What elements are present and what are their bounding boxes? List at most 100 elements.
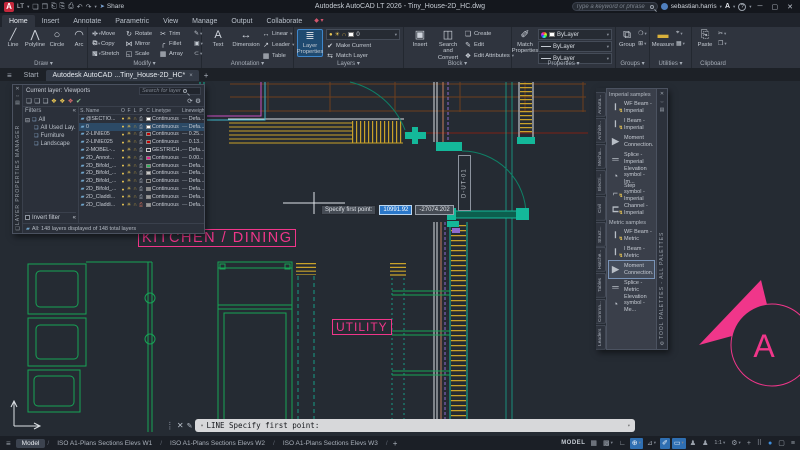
palette-item-i-beam-imperial[interactable]: Ⅰ↯I Beam - Imperial bbox=[609, 116, 654, 133]
palette-item-elevation-symbol-me[interactable]: ◔Elevation symbol - Me... bbox=[609, 295, 654, 312]
layer-linetype[interactable]: Continuous bbox=[152, 163, 182, 169]
new-layer-icon[interactable]: ❖ bbox=[51, 97, 57, 105]
model-space-label[interactable]: MODEL bbox=[561, 440, 585, 446]
command-input[interactable]: ▾ LINE Specify first point: ▾ bbox=[195, 419, 635, 432]
tool-palette-gear-icon[interactable]: ⚙ bbox=[660, 341, 664, 347]
layer-row[interactable]: ▰0●☀∩⎙Continuous— Defa... bbox=[79, 123, 204, 131]
new-file-icon[interactable]: ❏ bbox=[32, 3, 38, 11]
close-button[interactable]: ✕ bbox=[784, 3, 796, 11]
undo-icon[interactable]: ↶ bbox=[77, 3, 83, 11]
utilities-panel-label[interactable]: Utilities ▾ bbox=[650, 60, 691, 68]
dynamic-input-icon[interactable]: ✐ bbox=[660, 438, 670, 449]
dynamic-input-y-field[interactable]: -27074.202 bbox=[415, 205, 453, 215]
help-icon[interactable]: ? bbox=[738, 3, 746, 11]
stretch-button[interactable]: ↘Stretch bbox=[91, 49, 123, 59]
invert-filter-checkbox[interactable] bbox=[25, 215, 30, 220]
command-line-grip[interactable]: ⡇ bbox=[168, 421, 174, 430]
file-tab-menu-icon[interactable]: ≡ bbox=[3, 71, 16, 81]
ribbon-tab-manage[interactable]: Manage bbox=[185, 15, 224, 27]
palette-item-step-symbol-imperial[interactable]: ⌐↯Step symbol - Imperial bbox=[609, 184, 654, 201]
column-header-linetype[interactable]: Linetype bbox=[152, 108, 182, 114]
autocad-logo-icon[interactable]: A bbox=[4, 2, 14, 12]
arc-button[interactable]: ◠Arc bbox=[69, 29, 89, 48]
ribbon-tab-parametric[interactable]: Parametric bbox=[108, 15, 156, 27]
array-button[interactable]: ▦Array bbox=[159, 49, 191, 59]
search-icon[interactable] bbox=[650, 5, 654, 9]
group-button[interactable]: ⧉Group bbox=[619, 29, 635, 48]
palette-tab-civil[interactable]: Civil bbox=[596, 196, 606, 221]
column-header-name[interactable]: Name bbox=[86, 108, 120, 114]
share-button[interactable]: ➤Share bbox=[100, 3, 124, 10]
palette-item-splice-imperial[interactable]: ═Splice - Imperial bbox=[609, 150, 654, 167]
annotation-visibility-icon[interactable]: ♟ bbox=[688, 438, 698, 449]
layer-color-swatch[interactable] bbox=[144, 117, 152, 121]
ribbon-tab-annotate[interactable]: Annotate bbox=[66, 15, 108, 27]
layer-row[interactable]: ▰2D_Bifold_...●☀∩⎙Continuous— Defa... bbox=[79, 185, 204, 193]
linear-button[interactable]: ↔Linear▾ bbox=[262, 29, 294, 39]
delete-layer-icon[interactable]: ❖ bbox=[68, 97, 74, 105]
layout-menu-icon[interactable]: ≡ bbox=[3, 439, 14, 448]
palette-tab-annota[interactable]: Annota... bbox=[596, 92, 606, 117]
layers-panel-label[interactable]: Layers ▾ bbox=[294, 60, 403, 68]
tool-palette-titlebar[interactable]: ✕ ⇔ ▤ TOOL PALETTES - ALL PALETTES ⚙ bbox=[657, 88, 668, 350]
dimension-button[interactable]: ↔Dimension bbox=[233, 29, 259, 48]
column-header-lineweight[interactable]: Lineweight bbox=[182, 108, 204, 114]
snap-icon[interactable]: ▩▾ bbox=[601, 438, 615, 449]
layer-row[interactable]: ▰2D_Bifold_...●☀∩⎙Continuous— Defa... bbox=[79, 170, 204, 178]
layer-color-swatch[interactable] bbox=[144, 171, 152, 175]
layer-color-swatch[interactable] bbox=[144, 203, 152, 207]
match-properties-button[interactable]: ✐ Match Properties bbox=[515, 29, 535, 55]
layer-lineweight[interactable]: — Defa... bbox=[182, 124, 204, 130]
maximize-button[interactable]: ▢ bbox=[769, 3, 782, 11]
layer-color-swatch[interactable] bbox=[144, 156, 152, 160]
groups-panel-label[interactable]: Groups ▾ bbox=[616, 60, 649, 68]
make-current-button[interactable]: ✔Make Current bbox=[326, 41, 400, 51]
search-and-convert-button[interactable]: ◫Search and Convert bbox=[435, 29, 461, 61]
ribbon-tab-collaborate[interactable]: Collaborate bbox=[259, 15, 309, 27]
ribbon-extra-icon[interactable]: ◆ ▾ bbox=[309, 17, 328, 27]
modify-panel-label[interactable]: Modify ▾ bbox=[88, 60, 201, 68]
clipboard-panel-label[interactable]: Clipboard bbox=[692, 61, 734, 68]
layer-linetype[interactable]: Continuous bbox=[152, 155, 182, 161]
customization-icon[interactable]: ⚙▾ bbox=[729, 438, 743, 449]
layer-lineweight[interactable]: — Defa... bbox=[182, 147, 204, 153]
scale-button[interactable]: ◱Scale bbox=[125, 49, 157, 59]
column-header-s[interactable]: S. bbox=[79, 108, 86, 114]
annotation-panel-label[interactable]: Annotation ▾ bbox=[202, 60, 293, 68]
trim-button[interactable]: ✂Trim bbox=[159, 29, 191, 39]
plus-icon[interactable]: + bbox=[745, 438, 753, 449]
new-drawing-tab-button[interactable]: + bbox=[200, 71, 213, 81]
layer-palette-titlebar[interactable]: ✕ ⇔ ▤ LAYER PROPERTIES MANAGER ❑ bbox=[13, 85, 23, 233]
palette-item-channel-imperial[interactable]: ⊏↯Channel - Imperial bbox=[609, 201, 654, 218]
notification-badge-icon[interactable]: ● bbox=[766, 438, 774, 449]
insert-button[interactable]: ▣Insert bbox=[407, 29, 433, 61]
qat-customize-icon[interactable]: ▾ bbox=[95, 4, 97, 10]
layer-lineweight[interactable]: — Defa... bbox=[182, 170, 204, 176]
layer-linetype[interactable]: Continuous bbox=[152, 131, 182, 137]
autodesk-app-icon[interactable]: A bbox=[725, 3, 730, 10]
layer-lineweight[interactable]: — Defa... bbox=[182, 178, 204, 184]
create-button[interactable]: ❏Create bbox=[464, 29, 514, 39]
plot-icon[interactable]: ⎙ bbox=[68, 3, 74, 11]
tool-palette-autohide-icon[interactable]: ⇔ bbox=[660, 99, 665, 105]
refresh-icon[interactable]: ⟳ bbox=[187, 97, 192, 105]
filter-tree-all-used-lay[interactable]: ❑All Used Lay... bbox=[25, 124, 76, 132]
command-line-customize-icon[interactable]: ✎ bbox=[187, 422, 193, 430]
layer-properties-button[interactable]: ≣ Layer Properties bbox=[297, 29, 323, 57]
collapse-invert-icon[interactable]: « bbox=[73, 215, 76, 221]
layer-lineweight[interactable]: — 0.00... bbox=[182, 155, 204, 161]
search-input[interactable]: Type a keyword or phrase bbox=[572, 2, 658, 11]
palette-tab-mecha[interactable]: Mecha... bbox=[596, 144, 606, 169]
palette-item-splice-metric[interactable]: ═Splice - Metric bbox=[609, 278, 654, 295]
text-button[interactable]: AText bbox=[205, 29, 231, 48]
layer-row[interactable]: ▰2-LINIE025●☀∩⎙Continuous— 0.13... bbox=[79, 138, 204, 146]
palette-tab-archite[interactable]: Archite... bbox=[596, 118, 606, 143]
block-panel-label[interactable]: Block ▾ bbox=[404, 60, 511, 68]
palette-item-wf-beam-metric[interactable]: Ⅰ↯WF Beam - Metric bbox=[609, 227, 654, 244]
palette-tab-tables[interactable]: Tables bbox=[596, 273, 606, 298]
tray-icon[interactable]: ⠿ bbox=[755, 438, 764, 449]
utilities-tool-0[interactable]: ⌖▾ bbox=[676, 29, 685, 38]
palette-tab-leaders[interactable]: Leaders bbox=[596, 325, 606, 350]
layer-lineweight[interactable]: — Defa... bbox=[182, 202, 204, 208]
model-tab[interactable]: Model bbox=[16, 439, 46, 448]
